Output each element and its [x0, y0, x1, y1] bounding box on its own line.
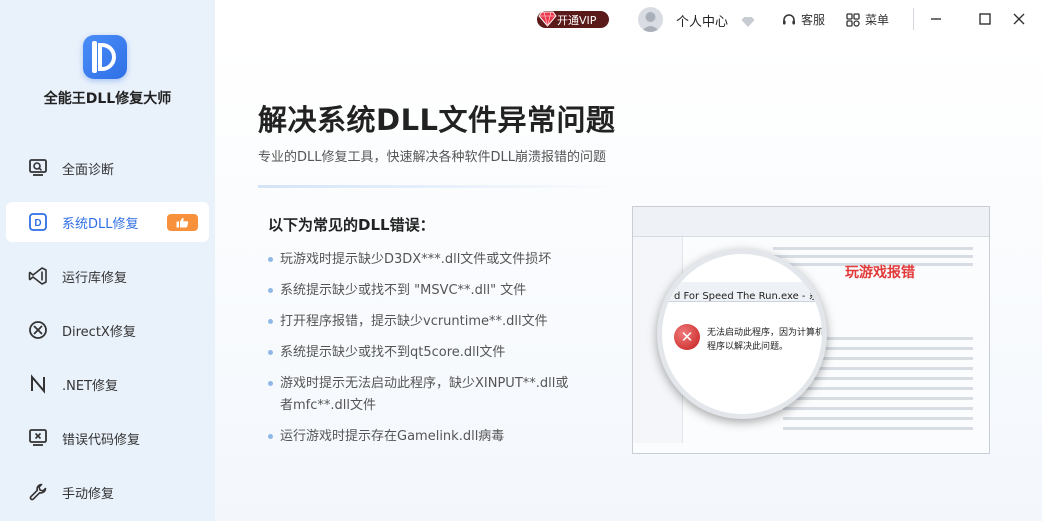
menu-label: 菜单 — [865, 13, 890, 27]
divider — [913, 8, 914, 30]
explorer-toolbar — [633, 207, 989, 237]
sidebar-item-label: .NET修复 — [62, 378, 119, 394]
wrench-icon — [28, 482, 48, 502]
sidebar-item-full-diagnosis[interactable]: 全面诊断 — [6, 148, 209, 188]
list-item: 游戏时提示无法启动此程序，缺少XINPUT**.dll或者mfc**.dll文件 — [268, 373, 573, 417]
sidebar: 全能王DLL修复大师 全面诊断 D 系统DLL修复 运行库修复 DirectX修… — [0, 0, 215, 521]
list-item: 系统提示缺少或找不到qt5core.dll文件 — [268, 342, 573, 364]
maximize-button[interactable] — [976, 10, 994, 28]
list-item: 玩游戏时提示缺少D3DX***.dll文件或文件损坏 — [268, 249, 573, 271]
user-center-link[interactable]: 个人中心 — [676, 11, 728, 30]
close-button[interactable] — [1010, 10, 1028, 28]
minimize-icon — [931, 18, 941, 20]
sidebar-item-runtime-repair[interactable]: 运行库修复 — [6, 256, 209, 296]
close-icon — [1013, 13, 1025, 25]
example-label: 玩游戏报错 — [845, 265, 915, 281]
service-label: 客服 — [801, 13, 826, 27]
avatar[interactable] — [638, 7, 663, 32]
sidebar-item-error-code-repair[interactable]: 错误代码修复 — [6, 418, 209, 458]
errors-list: 玩游戏时提示缺少D3DX***.dll文件或文件损坏 系统提示缺少或找不到 "M… — [268, 249, 573, 457]
list-item: 运行游戏时提示存在Gamelink.dll病毒 — [268, 426, 573, 448]
xbox-icon — [28, 320, 48, 340]
sidebar-item-label: DirectX修复 — [62, 324, 136, 340]
thumbs-up-icon — [167, 214, 198, 231]
minimize-button[interactable] — [927, 10, 945, 28]
app-title: 全能王DLL修复大师 — [43, 91, 172, 107]
list-item: 打开程序报错，提示缺少vcruntime**.dll文件 — [268, 311, 573, 333]
headset-icon — [782, 13, 796, 27]
sidebar-item-manual-repair[interactable]: 手动修复 — [6, 472, 209, 512]
dialog-message: 无法启动此程序，因为计算机中 — [707, 328, 827, 338]
sidebar-item-directx-repair[interactable]: DirectX修复 — [6, 310, 209, 350]
dialog-message: 程序以解决此问题。 — [707, 342, 789, 352]
app-logo-icon — [83, 35, 127, 79]
sidebar-item-label: 运行库修复 — [62, 270, 128, 286]
grid-menu-icon — [846, 12, 860, 27]
divider — [258, 185, 628, 188]
diamond-icon — [538, 9, 557, 28]
dotnet-n-icon — [28, 374, 48, 394]
monitor-error-icon — [28, 428, 48, 448]
errors-heading: 以下为常见的DLL错误： — [268, 216, 435, 234]
page-subtitle: 专业的DLL修复工具，快速解决各种软件DLL崩溃报错的问题 — [258, 150, 606, 165]
vip-button[interactable]: 开通VIP — [537, 11, 609, 28]
customer-service-button[interactable]: 客服 — [782, 11, 825, 28]
page-title: 解决系统DLL文件异常问题 — [258, 103, 616, 137]
sidebar-item-label: 错误代码修复 — [62, 432, 141, 448]
sidebar-item-system-dll-repair[interactable]: D 系统DLL修复 — [6, 202, 209, 242]
member-diamond-icon — [741, 13, 755, 27]
menu-button[interactable]: 菜单 — [846, 11, 889, 28]
visual-studio-icon — [28, 266, 48, 286]
svg-text:D: D — [34, 218, 41, 229]
dialog-title: d For Speed The Run.exe - 系统错误 — [674, 291, 827, 302]
dll-d-icon: D — [28, 212, 48, 232]
monitor-search-icon — [28, 158, 48, 178]
magnifier-lens: d For Speed The Run.exe - 系统错误 ✕ 无法启动此程序… — [657, 249, 827, 419]
sidebar-item-label: 手动修复 — [62, 486, 115, 502]
vip-label: 开通VIP — [557, 13, 597, 27]
sidebar-item-label: 系统DLL修复 — [62, 216, 139, 232]
sidebar-nav: 全面诊断 D 系统DLL修复 运行库修复 DirectX修复 .NET修复 错误… — [0, 148, 215, 521]
title-bar: 开通VIP 个人中心 客服 菜单 — [215, 0, 1042, 40]
error-icon: ✕ — [674, 324, 700, 350]
example-error-screenshot: 玩游戏报错 d For Speed The Run.exe - 系统错误 ✕ 无… — [632, 206, 990, 454]
maximize-icon — [979, 13, 991, 25]
sidebar-item-label: 全面诊断 — [62, 162, 115, 178]
sidebar-item-dotnet-repair[interactable]: .NET修复 — [6, 364, 209, 404]
list-item: 系统提示缺少或找不到 "MSVC**.dll" 文件 — [268, 280, 573, 302]
